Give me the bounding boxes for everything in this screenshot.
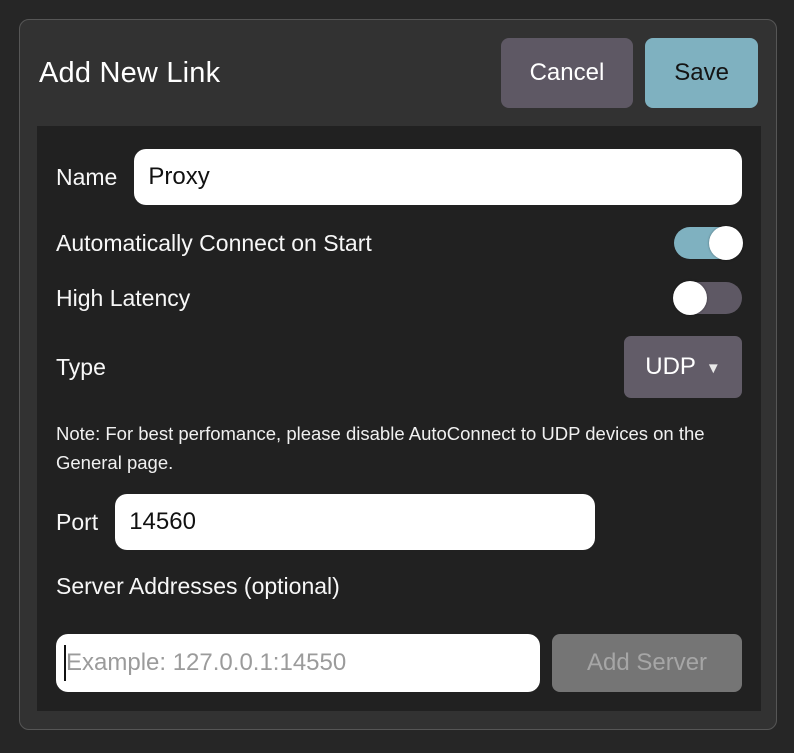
cancel-button[interactable]: Cancel [501, 38, 634, 108]
name-input[interactable] [134, 149, 742, 205]
form-panel: Name Automatically Connect on Start High… [37, 126, 761, 711]
udp-note-text: Note: For best perfomance, please disabl… [56, 419, 742, 477]
high-latency-toggle[interactable] [674, 282, 742, 314]
high-latency-label: High Latency [56, 285, 190, 312]
type-dropdown[interactable]: UDP ▼ [624, 336, 742, 398]
type-row: Type UDP ▼ [56, 336, 742, 398]
add-new-link-dialog: Add New Link Cancel Save Name Automatica… [19, 19, 777, 730]
port-row: Port [56, 494, 742, 550]
chevron-down-icon: ▼ [706, 357, 721, 377]
toggle-knob [709, 226, 743, 260]
type-dropdown-value: UDP [645, 353, 696, 381]
save-button[interactable]: Save [645, 38, 758, 108]
add-server-button[interactable]: Add Server [552, 634, 742, 692]
server-address-input[interactable] [56, 634, 540, 692]
auto-connect-label: Automatically Connect on Start [56, 230, 372, 257]
dialog-header: Add New Link Cancel Save [20, 20, 776, 126]
type-label: Type [56, 354, 106, 381]
page-title: Add New Link [39, 57, 501, 90]
server-addresses-label: Server Addresses (optional) [56, 570, 742, 602]
port-input[interactable] [115, 494, 595, 550]
auto-connect-toggle[interactable] [674, 227, 742, 259]
name-row: Name [56, 149, 742, 205]
text-cursor [64, 645, 66, 681]
auto-connect-row: Automatically Connect on Start [56, 226, 742, 260]
name-label: Name [56, 164, 117, 191]
port-label: Port [56, 509, 98, 536]
server-address-input-wrap [56, 634, 540, 692]
high-latency-row: High Latency [56, 281, 742, 315]
toggle-knob [673, 281, 707, 315]
server-address-row: Add Server [56, 634, 742, 692]
